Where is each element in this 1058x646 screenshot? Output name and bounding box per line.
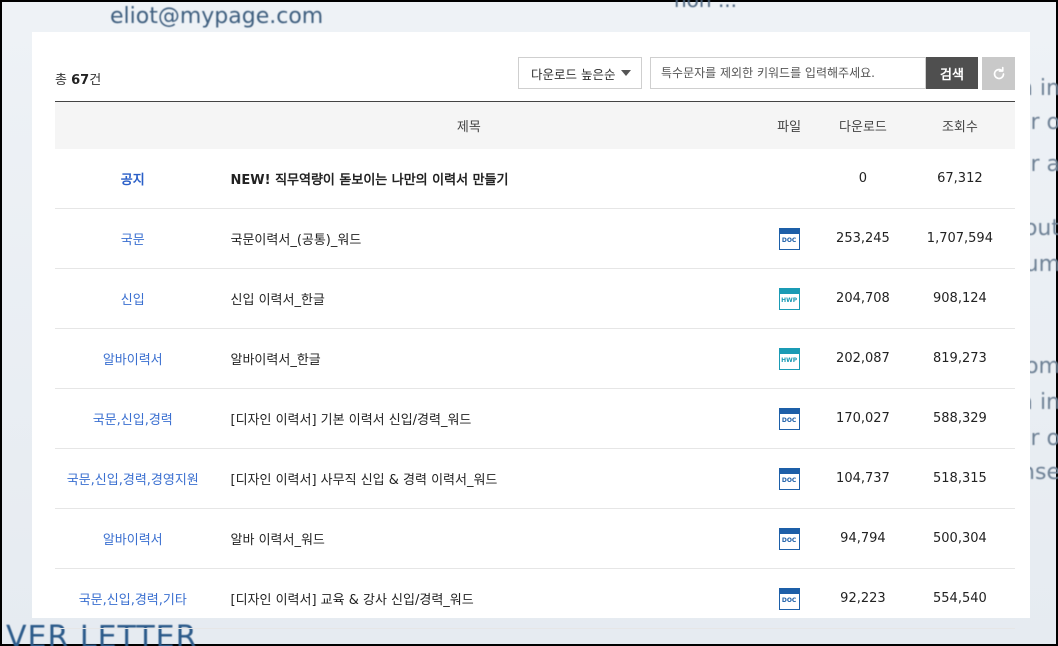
table-header: 제목 파일 다운로드 조회수 xyxy=(55,102,1015,149)
file-icon-bar xyxy=(779,408,799,414)
file-icon-bar xyxy=(779,528,799,534)
hwp-file-icon[interactable]: HWP xyxy=(778,347,800,370)
hwp-file-icon[interactable]: HWP xyxy=(778,287,800,310)
file-type-label: DOC xyxy=(781,416,797,424)
row-file-cell: DOC xyxy=(757,527,821,550)
file-icon-bar xyxy=(779,288,799,294)
total-prefix: 총 xyxy=(55,73,72,88)
total-suffix: 건 xyxy=(89,73,102,88)
background-fragment: non ... xyxy=(674,0,738,12)
row-downloads: 92,223 xyxy=(840,591,886,606)
table-row[interactable]: 알바이력서 알바이력서_한글 HWP 202,087 819,273 xyxy=(55,329,1015,389)
row-downloads: 104,737 xyxy=(836,471,890,486)
resume-table: 제목 파일 다운로드 조회수 공지 NEW! 직무역량이 돋보이는 나만의 이력서… xyxy=(55,101,1015,629)
row-file-cell: DOC xyxy=(757,407,821,430)
refresh-icon xyxy=(993,66,1004,79)
background-right-fragment: r o xyxy=(1030,110,1058,135)
file-type-label: DOC xyxy=(781,236,797,244)
table-row[interactable]: 국문,신입,경력,경영지원 [디자인 이력서] 사무직 신입 & 경력 이력서_워… xyxy=(55,449,1015,509)
row-title-link[interactable]: 알바이력서_한글 xyxy=(211,349,758,368)
row-title-link[interactable]: [디자인 이력서] 교육 & 강사 신입/경력_워드 xyxy=(211,589,758,608)
table-row[interactable]: 알바이력서 알바 이력서_워드 DOC 94,794 500,304 xyxy=(55,509,1015,569)
background-right-fragment: r o xyxy=(1030,426,1058,451)
table-row[interactable]: 국문,신입,경력 [디자인 이력서] 기본 이력서 신입/경력_워드 DOC 170,… xyxy=(55,389,1015,449)
row-downloads: 204,708 xyxy=(836,291,890,306)
file-type-label: DOC xyxy=(781,476,797,484)
row-file-cell: DOC xyxy=(757,467,821,490)
resume-template-panel: 총 67건 다운로드 높은순 검색 제목 파일 다운로드 조회수 공지NEW! … xyxy=(32,32,1030,629)
doc-file-icon[interactable]: DOC xyxy=(778,527,800,550)
row-views: 67,312 xyxy=(937,171,983,186)
file-type-label: HWP xyxy=(781,296,798,304)
search-button[interactable]: 검색 xyxy=(926,57,978,89)
row-category-link[interactable]: 국문,신입,경력 xyxy=(55,409,211,428)
file-type-label: DOC xyxy=(781,596,797,604)
row-title-link[interactable]: [디자인 이력서] 기본 이력서 신입/경력_워드 xyxy=(211,409,758,428)
reset-button[interactable] xyxy=(982,57,1015,90)
row-views: 500,304 xyxy=(933,531,987,546)
doc-file-icon[interactable]: DOC xyxy=(778,407,800,430)
row-title-link[interactable]: 알바 이력서_워드 xyxy=(211,529,758,548)
row-file-cell: DOC xyxy=(757,587,821,610)
search-input[interactable] xyxy=(650,57,926,89)
total-count: 총 67건 xyxy=(55,69,101,88)
row-category-link[interactable]: 알바이력서 xyxy=(55,529,211,548)
row-file-cell: HWP xyxy=(757,347,821,370)
row-views: 819,273 xyxy=(933,351,987,366)
header-file: 파일 xyxy=(777,120,802,135)
row-downloads: 253,245 xyxy=(836,231,890,246)
table-row[interactable]: 신입 신입 이력서_한글 HWP 204,708 908,124 xyxy=(55,269,1015,329)
doc-file-icon[interactable]: DOC xyxy=(778,467,800,490)
row-title-link[interactable]: [디자인 이력서] 사무직 신입 & 경력 이력서_워드 xyxy=(211,469,758,488)
background-email: eliot@mypage.com xyxy=(110,4,324,29)
table-row[interactable]: 공지 NEW! 직무역량이 돋보이는 나만의 이력서 만들기 0 67,312 xyxy=(55,149,1015,209)
total-count-number: 67 xyxy=(71,73,90,88)
row-category-link[interactable]: 국문 xyxy=(55,229,211,248)
row-views: 518,315 xyxy=(933,471,987,486)
doc-file-icon[interactable]: DOC xyxy=(778,227,800,250)
file-icon-bar xyxy=(779,228,799,234)
table-row[interactable]: 국문,신입,경력,기타 [디자인 이력서] 교육 & 강사 신입/경력_워드 DOC… xyxy=(55,569,1015,629)
toolbar: 총 67건 다운로드 높은순 검색 xyxy=(32,32,1030,102)
table-row[interactable]: 국문 국문이력서_(공통)_워드 DOC 253,245 1,707,594 xyxy=(55,209,1015,269)
row-category-link[interactable]: 신입 xyxy=(55,289,211,308)
file-icon-bar xyxy=(779,588,799,594)
file-type-label: DOC xyxy=(781,536,797,544)
file-icon-bar xyxy=(779,468,799,474)
row-downloads: 94,794 xyxy=(840,531,886,546)
sort-selected-label: 다운로드 높은순 xyxy=(531,66,616,82)
sort-dropdown[interactable]: 다운로드 높은순 xyxy=(518,57,642,89)
row-title-link[interactable]: NEW! 직무역량이 돋보이는 나만의 이력서 만들기 xyxy=(211,169,758,188)
row-file-cell: DOC xyxy=(757,227,821,250)
header-views[interactable]: 조회수 xyxy=(905,116,1015,135)
row-downloads: 170,027 xyxy=(836,411,890,426)
row-downloads: 202,087 xyxy=(836,351,890,366)
row-views: 554,540 xyxy=(933,591,987,606)
row-downloads: 0 xyxy=(858,171,868,186)
row-views: 908,124 xyxy=(933,291,987,306)
header-title: 제목 xyxy=(456,120,481,135)
row-category-link[interactable]: 공지 xyxy=(55,169,211,188)
table-body: 공지 NEW! 직무역량이 돋보이는 나만의 이력서 만들기 0 67,312 국문 국문… xyxy=(55,149,1015,629)
file-type-label: HWP xyxy=(781,356,798,364)
caret-down-icon xyxy=(621,70,631,76)
file-icon-bar xyxy=(779,348,799,354)
header-downloads[interactable]: 다운로드 xyxy=(821,116,905,135)
row-title-link[interactable]: 신입 이력서_한글 xyxy=(211,289,758,308)
row-file-cell: HWP xyxy=(757,287,821,310)
row-category-link[interactable]: 알바이력서 xyxy=(55,349,211,368)
row-title-link[interactable]: 국문이력서_(공통)_워드 xyxy=(211,229,758,248)
row-views: 588,329 xyxy=(933,411,987,426)
doc-file-icon[interactable]: DOC xyxy=(778,587,800,610)
row-category-link[interactable]: 국문,신입,경력,기타 xyxy=(55,589,211,608)
row-views: 1,707,594 xyxy=(926,231,993,246)
row-category-link[interactable]: 국문,신입,경력,경영지원 xyxy=(55,469,211,488)
